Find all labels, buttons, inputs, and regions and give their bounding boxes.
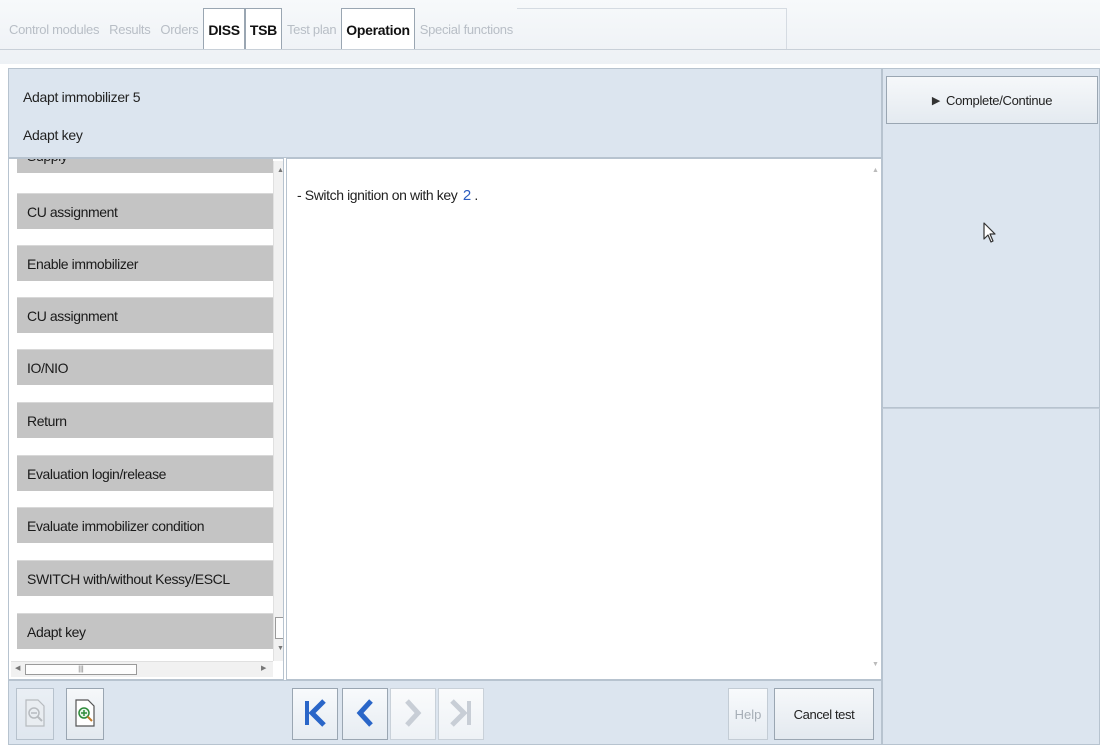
- previous-icon: [354, 697, 376, 732]
- scroll-thumb[interactable]: [275, 617, 283, 639]
- scroll-up-icon[interactable]: ▲: [277, 167, 283, 174]
- tab-results[interactable]: Results: [104, 8, 155, 50]
- zoom-out-document-button[interactable]: [16, 688, 54, 740]
- operation-subtitle: Adapt key: [23, 127, 83, 143]
- zoom-out-document-icon: [24, 698, 46, 731]
- step-list: Supply CU assignment Enable immobilizer …: [8, 158, 284, 680]
- tab-special-functions[interactable]: Special functions: [415, 8, 518, 50]
- scroll-down-icon[interactable]: ▼: [872, 661, 879, 668]
- next-step-button[interactable]: [390, 688, 436, 740]
- operation-header: Adapt immobilizer 5 Adapt key: [8, 68, 882, 158]
- operation-title: Adapt immobilizer 5: [23, 89, 141, 105]
- first-icon: [302, 697, 328, 732]
- step-list-vertical-scrollbar[interactable]: ▲ ▼: [273, 161, 283, 661]
- step-item[interactable]: CU assignment: [17, 297, 273, 333]
- scroll-down-icon[interactable]: ▼: [277, 645, 283, 652]
- scroll-up-icon[interactable]: ▲: [872, 167, 879, 174]
- step-item[interactable]: SWITCH with/without Kessy/ESCL: [17, 560, 273, 596]
- tab-strip-filler: [516, 8, 787, 50]
- last-step-button[interactable]: [438, 688, 484, 740]
- key-number: 2: [462, 187, 471, 204]
- tab-test-plan[interactable]: Test plan: [282, 8, 341, 50]
- zoom-in-document-button[interactable]: [66, 688, 104, 740]
- step-item[interactable]: Supply: [17, 159, 273, 173]
- tab-bar: Control modules Results Orders DISS TSB …: [0, 0, 1100, 64]
- step-item[interactable]: Return: [17, 402, 273, 438]
- previous-step-button[interactable]: [342, 688, 388, 740]
- instruction-scrollbar[interactable]: ▲ ▼: [869, 159, 881, 679]
- tab-divider: [0, 49, 1100, 50]
- instruction-suffix: .: [474, 187, 478, 203]
- step-list-horizontal-scrollbar[interactable]: ◀ ||| ▶: [11, 661, 273, 677]
- complete-continue-label: Complete/Continue: [945, 92, 1053, 108]
- mouse-cursor-icon: [983, 222, 997, 247]
- instruction-text: - Switch ignition on with key 2 .: [297, 187, 478, 204]
- play-icon: ▶: [931, 94, 940, 107]
- scroll-thumb[interactable]: |||: [25, 664, 137, 675]
- step-item-current[interactable]: Adapt key: [17, 613, 273, 649]
- step-item[interactable]: Evaluate immobilizer condition: [17, 507, 273, 543]
- next-icon: [402, 697, 424, 732]
- tab-operation[interactable]: Operation: [341, 8, 415, 50]
- step-item[interactable]: Enable immobilizer: [17, 245, 273, 281]
- tab-strip: Control modules Results Orders DISS TSB …: [4, 8, 787, 50]
- cancel-test-button[interactable]: Cancel test: [774, 688, 874, 740]
- last-icon: [448, 697, 474, 732]
- zoom-in-document-icon: [74, 698, 96, 731]
- step-item[interactable]: Evaluation login/release: [17, 455, 273, 491]
- tab-diss[interactable]: DISS: [203, 8, 245, 50]
- scroll-left-icon[interactable]: ◀: [15, 664, 20, 672]
- instruction-panel: - Switch ignition on with key 2 . ▲ ▼: [286, 158, 882, 680]
- tab-tsb[interactable]: TSB: [244, 8, 282, 50]
- first-step-button[interactable]: [292, 688, 338, 740]
- right-panel-bottom: [882, 408, 1100, 745]
- instruction-prefix: - Switch ignition on with key: [297, 187, 458, 203]
- help-button[interactable]: Help: [728, 688, 768, 740]
- step-item[interactable]: IO/NIO: [17, 349, 273, 385]
- complete-continue-button[interactable]: ▶ Complete/Continue: [886, 76, 1098, 124]
- tab-orders[interactable]: Orders: [155, 8, 203, 50]
- step-item[interactable]: CU assignment: [17, 193, 273, 229]
- scroll-right-icon[interactable]: ▶: [261, 664, 266, 672]
- tab-control-modules[interactable]: Control modules: [4, 8, 104, 50]
